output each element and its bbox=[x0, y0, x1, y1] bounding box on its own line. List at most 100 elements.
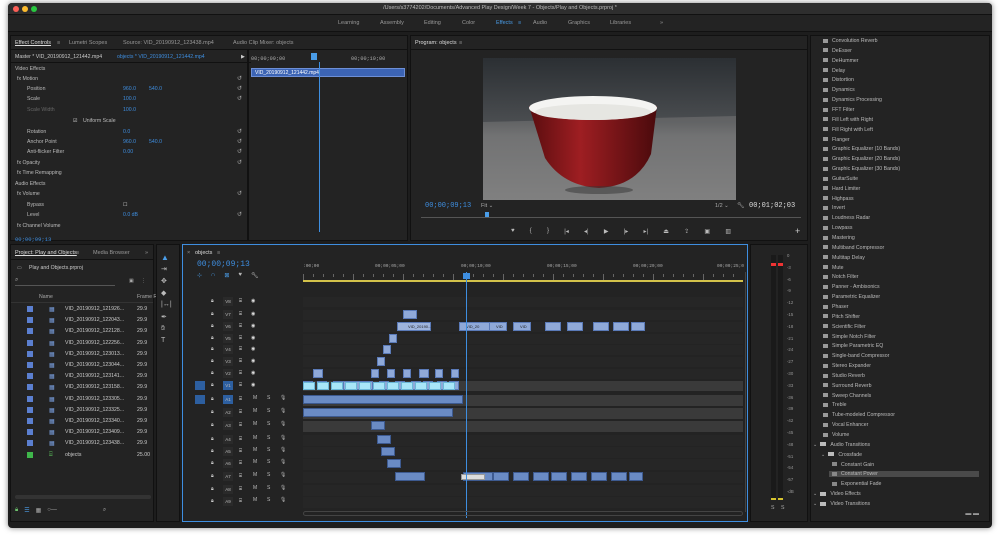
video-clip-v1[interactable] bbox=[331, 382, 343, 390]
lock-icon[interactable]: 🔒︎ bbox=[15, 507, 18, 517]
eye-icon[interactable]: ◉ bbox=[251, 346, 255, 352]
comparison-view-icon[interactable]: ▥ bbox=[725, 228, 731, 236]
lift-icon[interactable]: ⏏ bbox=[663, 228, 669, 236]
video-clip-v1[interactable] bbox=[359, 382, 371, 390]
effect-item[interactable]: Flanger bbox=[823, 137, 850, 143]
audio-clip[interactable] bbox=[611, 472, 627, 481]
ec-row-5-label[interactable]: Uniform Scale bbox=[83, 118, 116, 124]
lock-icon[interactable]: 🔒︎ bbox=[211, 335, 214, 341]
track-label-v6[interactable]: V6 bbox=[223, 322, 233, 331]
audio-clip[interactable] bbox=[377, 435, 391, 444]
voice-over-mic-icon[interactable]: 🎙︎ bbox=[280, 472, 286, 478]
step-back-icon[interactable]: ◂| bbox=[584, 228, 589, 236]
track-label-v3[interactable]: V3 bbox=[223, 357, 233, 366]
lock-icon[interactable]: 🔒︎ bbox=[211, 409, 214, 415]
workspace-tab-learning[interactable]: Learning bbox=[338, 20, 359, 26]
sync-lock-icon[interactable]: ⌸ bbox=[239, 448, 242, 454]
audio-clip[interactable] bbox=[591, 472, 607, 481]
mute-button[interactable]: M bbox=[253, 485, 257, 491]
slip-tool-icon[interactable]: |↔| bbox=[161, 301, 172, 308]
timeline-timecode[interactable]: 00;00;09;13 bbox=[197, 260, 250, 269]
video-clip[interactable] bbox=[313, 369, 323, 378]
video-clip[interactable] bbox=[451, 369, 459, 378]
label-color-swatch[interactable] bbox=[27, 350, 33, 357]
extract-icon[interactable]: ⇪ bbox=[684, 228, 689, 236]
video-clip-v1[interactable] bbox=[373, 382, 385, 390]
video-clip[interactable] bbox=[377, 357, 385, 366]
ec-row-14-label[interactable]: Level bbox=[27, 212, 39, 218]
sequence-clip-label[interactable]: objects * VID_20190912_121442.mp4 bbox=[117, 54, 205, 60]
nest-icon[interactable]: ⊹ bbox=[197, 272, 202, 279]
project-item[interactable]: ▦ VID_20190912_122128... 29.9 bbox=[11, 327, 153, 337]
selected-transition[interactable] bbox=[461, 474, 485, 480]
video-clip[interactable] bbox=[389, 334, 397, 343]
reset-icon[interactable]: ↺ bbox=[237, 159, 242, 166]
menu-icon[interactable]: ≡ bbox=[57, 40, 60, 46]
solo-right-button[interactable]: S bbox=[781, 505, 784, 511]
razor-tool-icon[interactable]: ◆ bbox=[161, 289, 166, 297]
track-label-a3[interactable]: A3 bbox=[223, 421, 233, 430]
track-label-a8[interactable]: A8 bbox=[223, 485, 233, 494]
label-color-swatch[interactable] bbox=[27, 395, 33, 402]
bypass-checkbox[interactable]: ☐ bbox=[123, 202, 128, 208]
filter-icon[interactable]: ⋮ bbox=[141, 278, 146, 284]
uniform-scale-checkbox[interactable]: ☑ bbox=[73, 118, 78, 124]
track-label-a1[interactable]: A1 bbox=[223, 395, 233, 404]
video-clip[interactable] bbox=[419, 369, 429, 378]
sync-lock-icon[interactable]: ⌸ bbox=[239, 323, 242, 329]
effect-item[interactable]: Surround Reverb bbox=[823, 383, 872, 389]
label-color-swatch[interactable] bbox=[27, 451, 33, 458]
video-clip-v1[interactable] bbox=[345, 382, 357, 390]
ec-row-11-label[interactable]: Audio Effects bbox=[15, 181, 45, 187]
sync-lock-icon[interactable]: ⌸ bbox=[239, 422, 242, 428]
type-tool-icon[interactable]: T bbox=[161, 337, 165, 344]
voice-over-mic-icon[interactable]: 🎙︎ bbox=[280, 435, 286, 441]
project-item[interactable]: ▦ VID_20190912_123013... 29.9 bbox=[11, 350, 153, 360]
menu-icon[interactable]: ≡ bbox=[217, 250, 220, 256]
ec-row-8-value-1[interactable]: 0.00 bbox=[123, 149, 133, 155]
eye-icon[interactable]: ◉ bbox=[251, 323, 255, 329]
eye-icon[interactable]: ◉ bbox=[251, 298, 255, 304]
project-item[interactable]: ▦ VID_20190912_123158... 29.9 bbox=[11, 383, 153, 393]
ec-row-14-value-1[interactable]: 0.0 dB bbox=[123, 212, 138, 218]
ec-row-0-label[interactable]: Video Effects bbox=[15, 66, 45, 72]
audio-clip[interactable] bbox=[571, 472, 587, 481]
column-name[interactable]: Name bbox=[39, 294, 53, 300]
tab-effect-controls[interactable]: Effect Controls bbox=[15, 40, 51, 46]
program-timecode[interactable]: 00;00;09;13 bbox=[425, 202, 471, 210]
mute-button[interactable]: M bbox=[253, 497, 257, 503]
lock-icon[interactable]: 🔒︎ bbox=[211, 370, 214, 376]
pen-tool-icon[interactable]: ✒︎ bbox=[161, 313, 167, 321]
video-clip[interactable] bbox=[403, 369, 411, 378]
project-item-name[interactable]: VID_20190912_123325... bbox=[65, 407, 124, 413]
reset-icon[interactable]: ↺ bbox=[237, 85, 242, 92]
new-bin-icon[interactable]: ▣ bbox=[129, 278, 134, 284]
audio-clip[interactable] bbox=[395, 472, 425, 481]
voice-over-mic-icon[interactable]: 🎙︎ bbox=[280, 447, 286, 453]
sync-lock-icon[interactable]: ⌸ bbox=[239, 473, 242, 479]
timeline-ruler[interactable]: :00;00 00;00;05;00 00;00;10;00 00;00;15;00 0… bbox=[303, 260, 744, 280]
effect-item[interactable]: Single-band Compressor bbox=[823, 353, 889, 359]
mark-in-icon[interactable]: { bbox=[530, 228, 532, 236]
ec-row-2-value-2[interactable]: 540.0 bbox=[149, 86, 162, 92]
video-frame[interactable] bbox=[483, 58, 736, 200]
voice-over-mic-icon[interactable]: 🎙︎ bbox=[280, 408, 286, 414]
lock-icon[interactable]: 🔒︎ bbox=[211, 298, 214, 304]
wrench-icon[interactable]: 🔧︎ bbox=[737, 202, 745, 209]
play-icon[interactable]: ▶ bbox=[604, 228, 609, 236]
effect-item[interactable]: Parametric Equalizer bbox=[823, 294, 880, 300]
resolution-dropdown[interactable]: 1/2 ⌄ bbox=[715, 203, 729, 209]
ec-row-7-label[interactable]: Anchor Point bbox=[27, 139, 57, 145]
label-color-swatch[interactable] bbox=[27, 440, 33, 447]
effect-item[interactable]: Treble bbox=[823, 402, 847, 408]
audio-clip[interactable] bbox=[303, 408, 453, 417]
work-area-bar[interactable] bbox=[303, 280, 743, 282]
project-item-name[interactable]: objects bbox=[65, 452, 81, 458]
ec-row-3-value-1[interactable]: 100.0 bbox=[123, 96, 136, 102]
label-color-swatch[interactable] bbox=[27, 418, 33, 424]
voice-over-mic-icon[interactable]: 🎙︎ bbox=[280, 485, 286, 491]
effect-item[interactable]: Mastering bbox=[823, 235, 855, 241]
sync-lock-icon[interactable]: ⌸ bbox=[239, 498, 242, 504]
reset-icon[interactable]: ↺ bbox=[237, 95, 242, 102]
solo-button[interactable]: S bbox=[267, 435, 270, 441]
